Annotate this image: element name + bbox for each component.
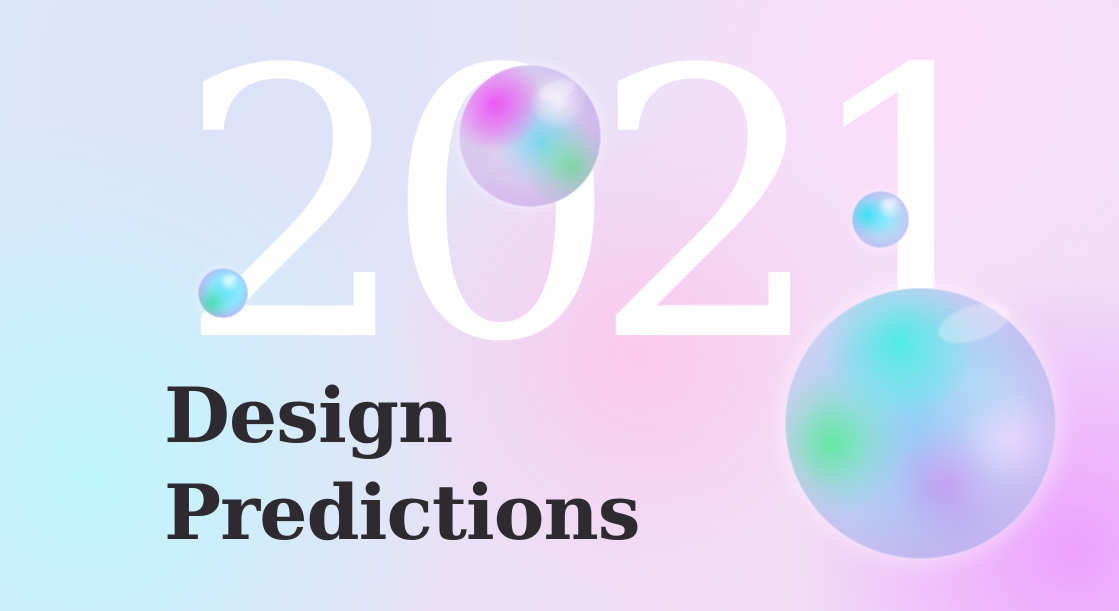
right-small-sphere (852, 191, 909, 248)
title-line-predictions: Predictions (164, 468, 641, 557)
large-sphere (785, 288, 1056, 559)
design-predictions-title: Design Predictions (164, 367, 724, 561)
top-sphere (459, 65, 601, 207)
left-small-sphere (198, 268, 248, 318)
title-line-design: Design (164, 371, 453, 460)
hero-canvas: 2021 Design Predictions (0, 0, 1119, 611)
